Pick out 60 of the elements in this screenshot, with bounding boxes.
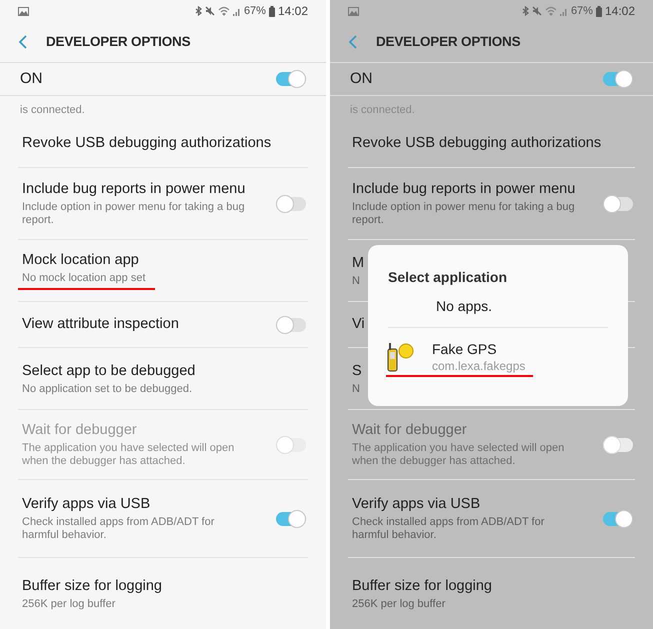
toggle-switch[interactable] xyxy=(603,70,633,88)
app-name[interactable]: Fake GPS xyxy=(432,340,526,358)
setting-description: Include option in power menu for taking a bug report. xyxy=(352,201,576,227)
setting-title[interactable]: View attribute inspection xyxy=(22,315,179,334)
setting-description: 256K per log buffer xyxy=(352,598,446,610)
mute-icon xyxy=(204,6,215,16)
setting-title[interactable]: Buffer size for logging xyxy=(352,576,492,596)
battery-percent: 67% xyxy=(244,4,266,19)
description-text: is connected. xyxy=(20,104,85,116)
package-name: com.lexa.fakegps xyxy=(432,358,526,374)
empty-message: No apps. xyxy=(436,297,492,316)
wifi-icon xyxy=(218,6,230,16)
clock: 14:02 xyxy=(604,3,635,20)
back-icon xyxy=(348,35,358,49)
clock: 14:02 xyxy=(278,3,308,20)
mute-icon xyxy=(532,6,542,16)
setting-description: No application set to be debugged. xyxy=(22,382,194,396)
setting-title[interactable]: Include bug reports in power menu xyxy=(352,180,582,199)
screen-title: DEVELOPER OPTIONS xyxy=(376,32,520,51)
setting-description: 256K per log buffer xyxy=(22,598,116,610)
setting-title[interactable]: M xyxy=(352,254,364,272)
battery-icon xyxy=(268,6,275,16)
back-icon xyxy=(18,35,28,49)
master-switch-label: ON xyxy=(350,68,372,89)
setting-description: Include option in power menu for taking a bug report. xyxy=(22,201,246,227)
setting-title[interactable]: Include bug reports in power menu xyxy=(22,180,252,199)
image-icon xyxy=(348,6,359,16)
setting-description: Check installed apps from ADB/ADT for harmful behavior. xyxy=(22,516,216,542)
toggle-switch[interactable] xyxy=(603,194,633,212)
image-icon xyxy=(18,6,29,16)
toggle-switch[interactable] xyxy=(276,194,306,212)
setting-title[interactable]: Revoke USB debugging authorizations xyxy=(22,134,272,153)
setting-title[interactable]: Mock location app xyxy=(22,251,155,270)
setting-title[interactable]: Vi xyxy=(352,315,365,334)
bluetooth-icon xyxy=(194,6,202,16)
toggle-switch[interactable] xyxy=(276,510,306,528)
setting-description: N xyxy=(352,274,361,288)
master-switch-label: ON xyxy=(20,68,42,89)
signal-icon xyxy=(560,6,568,16)
dialog-title: Select application xyxy=(388,268,508,287)
bluetooth-icon xyxy=(522,6,529,16)
screen-title: DEVELOPER OPTIONS xyxy=(46,32,190,51)
signal-icon xyxy=(232,6,241,16)
battery-percent: 67% xyxy=(570,4,593,19)
battery-icon xyxy=(596,6,602,16)
wifi-icon xyxy=(544,6,557,16)
setting-title[interactable]: S xyxy=(352,362,362,380)
setting-title[interactable]: Buffer size for logging xyxy=(22,576,162,596)
setting-description: No mock location app set xyxy=(22,272,147,285)
toggle-switch[interactable] xyxy=(276,70,306,88)
setting-description: N xyxy=(352,382,361,396)
toggle-switch[interactable] xyxy=(276,316,306,334)
toggle-switch[interactable] xyxy=(603,510,633,528)
setting-title[interactable]: Verify apps via USB xyxy=(352,495,582,514)
setting-description: The application you have selected will open when the debugger has attached. xyxy=(352,442,566,468)
setting-description: Check installed apps from ADB/ADT for harmful behavior. xyxy=(352,516,546,542)
setting-title[interactable]: Verify apps via USB xyxy=(22,495,252,514)
setting-title[interactable]: Revoke USB debugging authorizations xyxy=(352,134,602,153)
setting-title[interactable]: Select app to be debugged xyxy=(22,362,196,380)
setting-description: The application you have selected will open when the debugger has attached. xyxy=(22,442,236,468)
